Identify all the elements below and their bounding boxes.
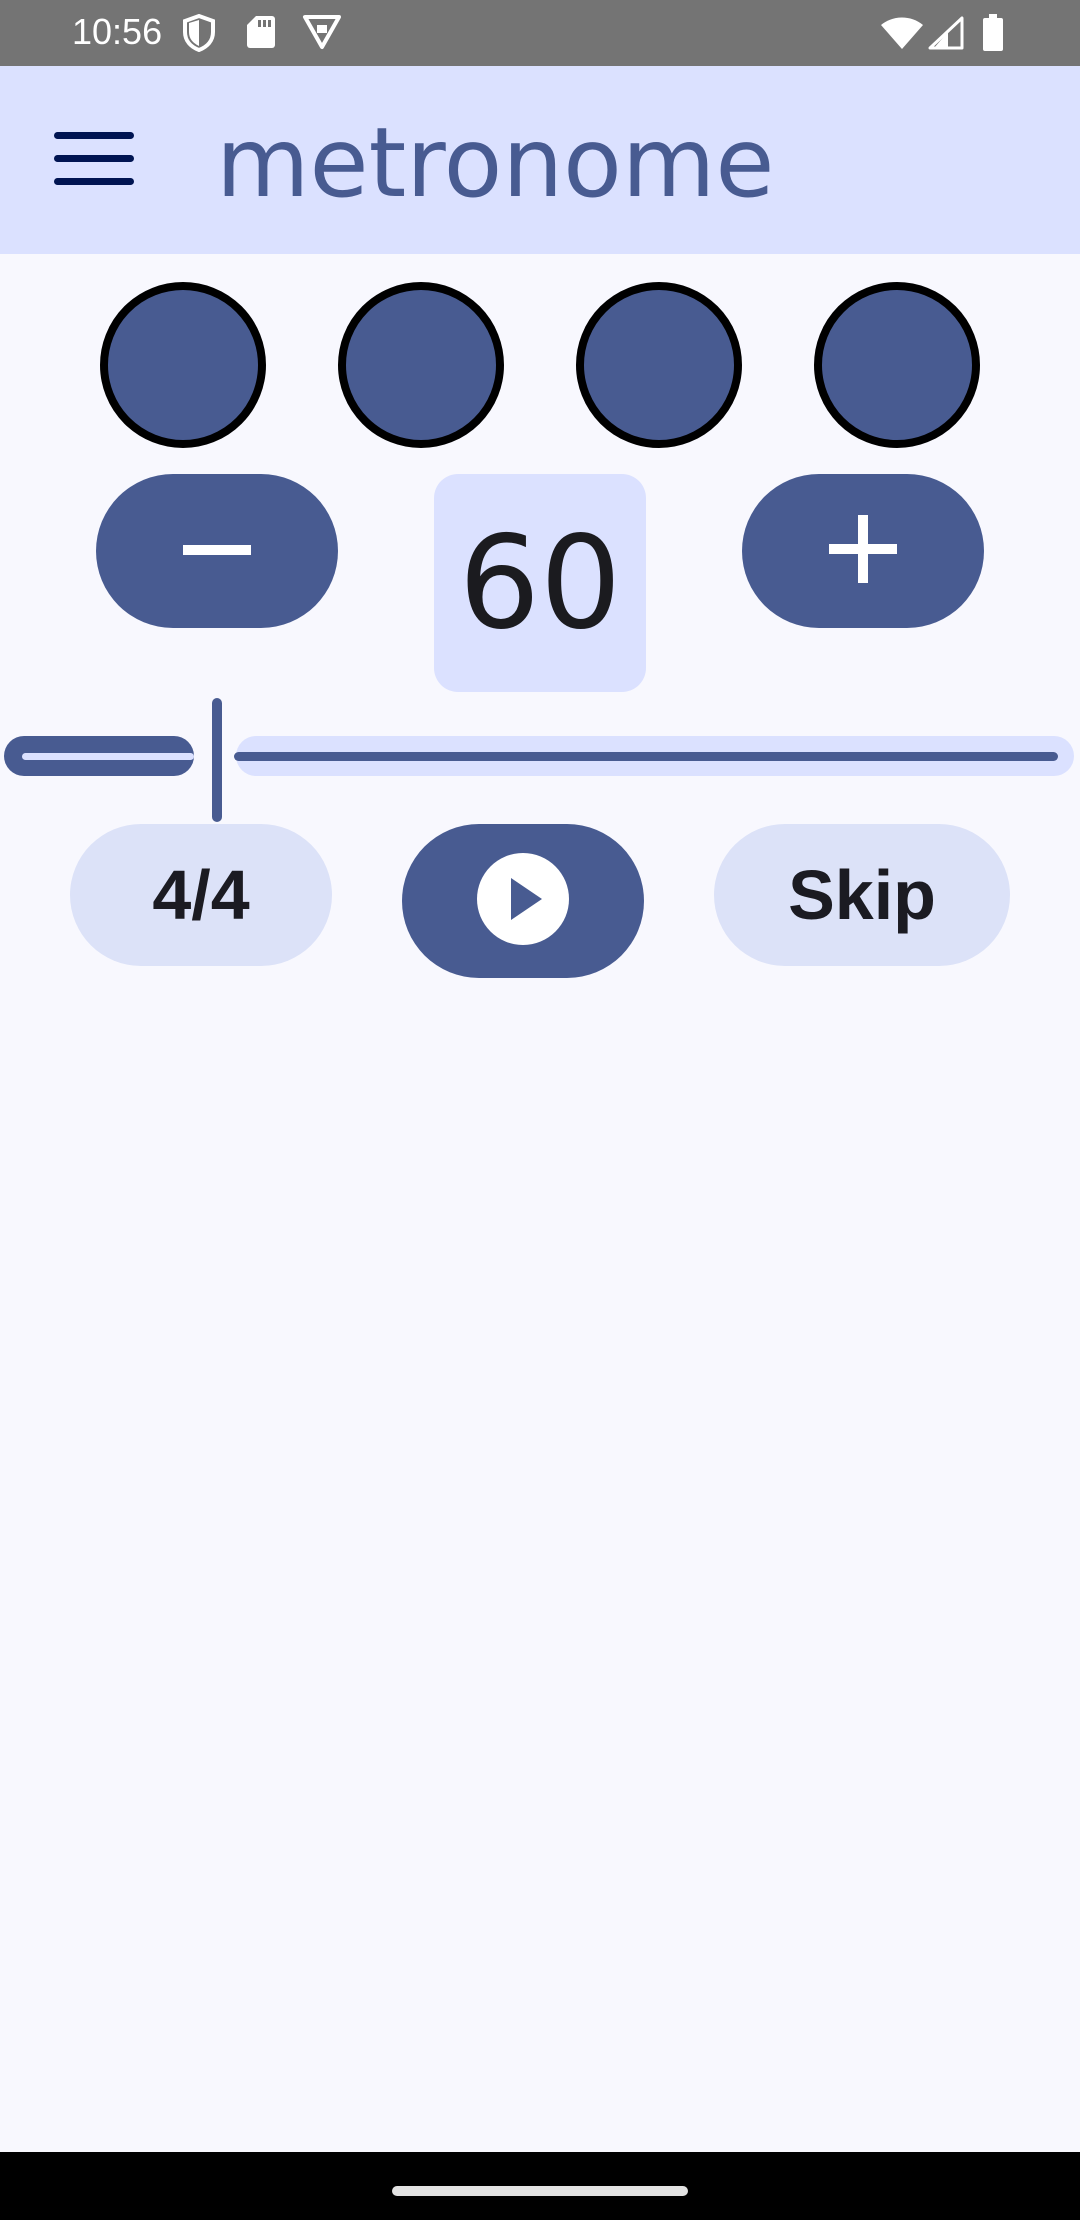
- beat-indicator-1[interactable]: [100, 282, 266, 448]
- time-signature-button[interactable]: 4/4: [70, 824, 332, 966]
- status-time: 10:56: [72, 11, 163, 52]
- status-bar: 10:56: [0, 0, 1080, 66]
- battery-icon: [982, 14, 1004, 56]
- vpn-badge-icon: [302, 14, 342, 54]
- skip-button[interactable]: Skip: [714, 824, 1010, 966]
- navigation-bar: [0, 2152, 1080, 2220]
- tempo-slider[interactable]: [0, 694, 1080, 826]
- play-button[interactable]: [402, 824, 644, 978]
- beat-indicator-2[interactable]: [338, 282, 504, 448]
- decrease-tempo-button[interactable]: [96, 474, 338, 628]
- app-bar: metronome: [0, 66, 1080, 254]
- shield-icon: [182, 13, 216, 56]
- beat-indicator-4[interactable]: [814, 282, 980, 448]
- play-circle-icon: [476, 852, 570, 950]
- tempo-display[interactable]: 60: [434, 474, 646, 692]
- tempo-value: 60: [458, 508, 622, 658]
- increase-tempo-button[interactable]: [742, 474, 984, 628]
- beat-indicator-3[interactable]: [576, 282, 742, 448]
- minus-icon: [183, 542, 251, 561]
- menu-button[interactable]: [38, 116, 150, 206]
- signal-icon: [928, 16, 964, 54]
- hamburger-menu-icon: [52, 130, 136, 192]
- sd-card-icon: [246, 14, 276, 54]
- skip-label: Skip: [788, 856, 936, 934]
- app-title: metronome: [216, 107, 775, 219]
- home-gesture-handle[interactable]: [392, 2186, 688, 2196]
- wifi-icon: [880, 16, 924, 54]
- plus-icon: [829, 515, 897, 587]
- slider-thumb: [212, 698, 222, 822]
- time-signature-label: 4/4: [152, 856, 250, 934]
